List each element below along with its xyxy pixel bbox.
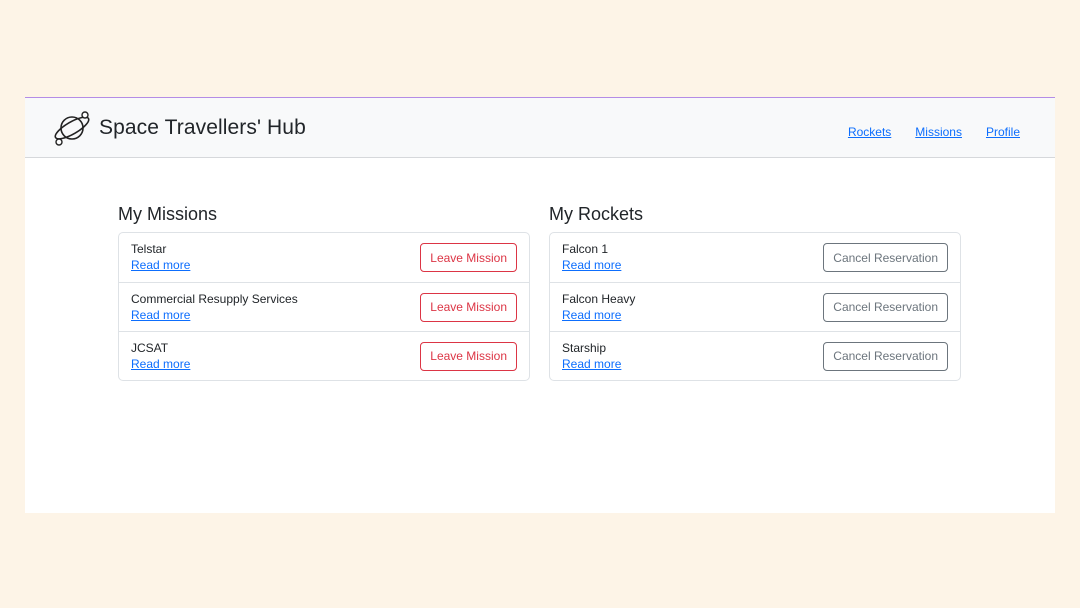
list-item: JCSAT Read more Leave Mission (119, 331, 529, 380)
list-item: Falcon 1 Read more Cancel Reservation (550, 233, 960, 282)
list-item: Falcon Heavy Read more Cancel Reservatio… (550, 282, 960, 331)
nav-link-missions[interactable]: Missions (915, 125, 962, 139)
my-rockets-title: My Rockets (549, 204, 644, 224)
read-more-link[interactable]: Read more (131, 257, 190, 274)
my-missions-section: My Missions Telstar Read more Leave Miss… (118, 202, 530, 381)
brand[interactable]: Space Travellers' Hub (52, 107, 306, 149)
nav-link-profile[interactable]: Profile (986, 125, 1020, 139)
mission-name: JCSAT (131, 340, 169, 355)
rocket-name: Falcon 1 (562, 242, 609, 256)
list-item: Commercial Resupply Services Read more L… (119, 282, 529, 331)
main-nav: Rockets Missions Profile (848, 125, 1020, 139)
leave-mission-button[interactable]: Leave Mission (420, 341, 517, 371)
leave-mission-button[interactable]: Leave Mission (420, 243, 517, 272)
read-more-link[interactable]: Read more (131, 307, 298, 324)
read-more-link[interactable]: Read more (562, 257, 621, 274)
leave-mission-button[interactable]: Leave Mission (420, 292, 517, 322)
app-window: Space Travellers' Hub Rockets Missions P… (25, 97, 1055, 513)
list-item: Starship Read more Cancel Reservation (550, 331, 960, 380)
rocket-name: Starship (562, 340, 607, 355)
rockets-list: Falcon 1 Read more Cancel Reservation Fa… (549, 232, 961, 381)
missions-list: Telstar Read more Leave Mission Commerci… (118, 232, 530, 381)
profile-content: My Missions Telstar Read more Leave Miss… (118, 202, 961, 381)
my-rockets-section: My Rockets Falcon 1 Read more Cancel Res… (549, 202, 961, 381)
read-more-link[interactable]: Read more (131, 356, 190, 373)
navbar: Space Travellers' Hub Rockets Missions P… (25, 98, 1055, 158)
rocket-name: Falcon Heavy (562, 291, 636, 306)
cancel-reservation-button[interactable]: Cancel Reservation (823, 292, 948, 322)
mission-name: Commercial Resupply Services (131, 291, 298, 306)
read-more-link[interactable]: Read more (562, 307, 635, 324)
nav-link-rockets[interactable]: Rockets (848, 125, 891, 139)
cancel-reservation-button[interactable]: Cancel Reservation (823, 341, 948, 371)
read-more-link[interactable]: Read more (562, 356, 621, 373)
planet-icon (52, 107, 92, 149)
app-title: Space Travellers' Hub (99, 116, 306, 139)
mission-name: Telstar (131, 242, 167, 256)
my-missions-title: My Missions (118, 204, 218, 224)
list-item: Telstar Read more Leave Mission (119, 233, 529, 282)
cancel-reservation-button[interactable]: Cancel Reservation (823, 243, 948, 272)
